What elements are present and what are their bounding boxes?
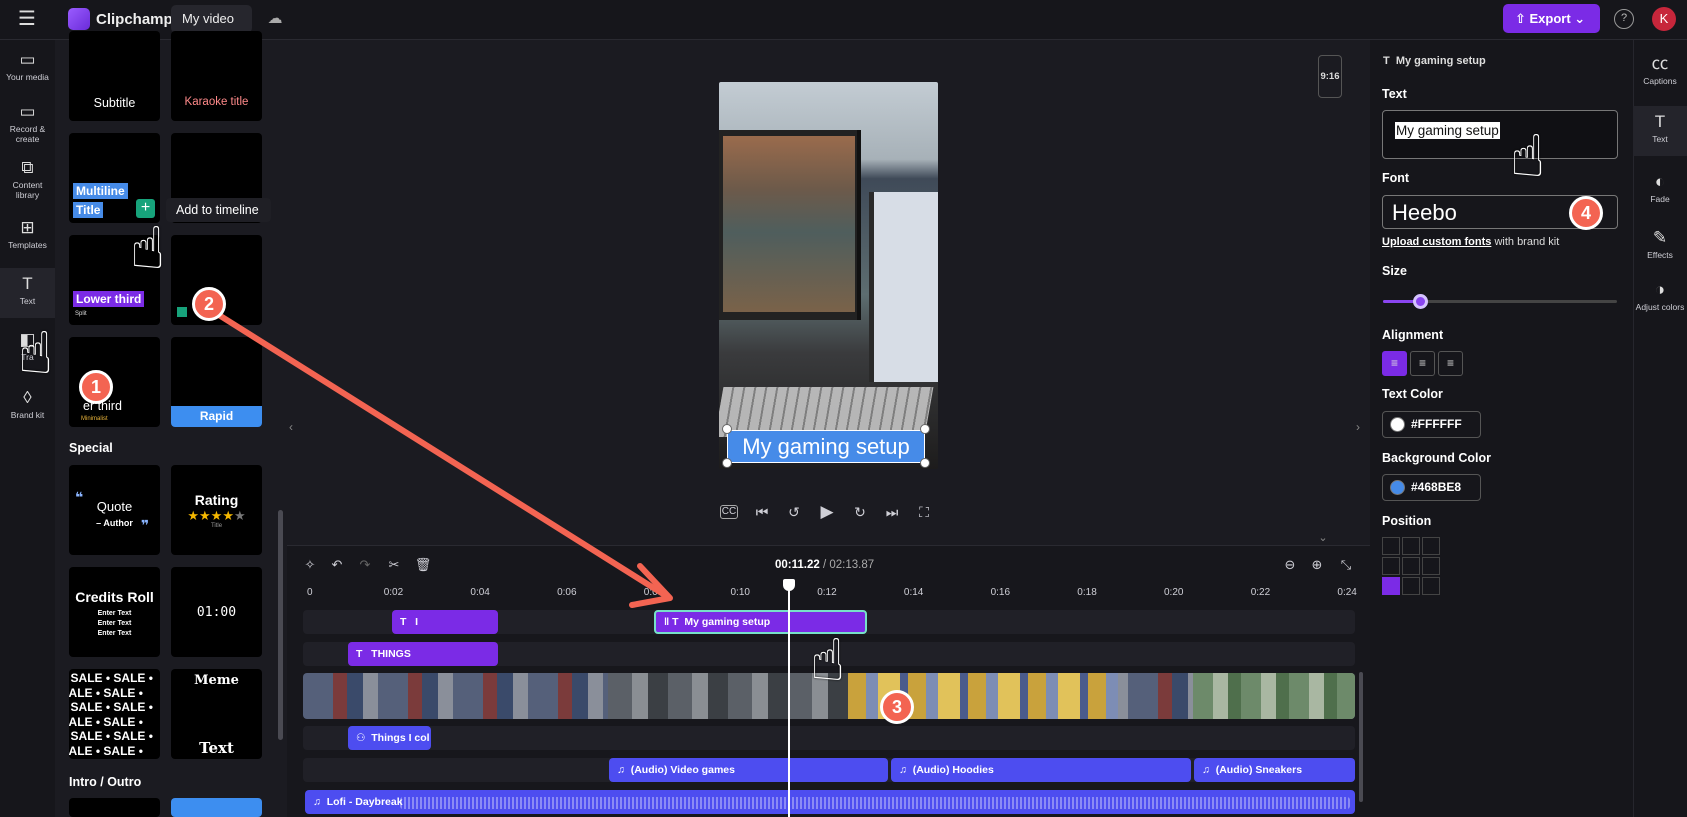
step-badge: 3 xyxy=(880,690,914,724)
pointer-hand-icon: ☝ xyxy=(810,628,846,693)
pointer-hand-icon: ☝ xyxy=(18,321,54,386)
step-badge: 4 xyxy=(1569,196,1603,230)
step-badge: 1 xyxy=(79,370,113,404)
annotation-arrow xyxy=(200,302,673,608)
step-badge: 2 xyxy=(192,287,226,321)
pointer-hand-icon: ☝ xyxy=(1510,124,1546,189)
pointer-hand-icon: ☝ xyxy=(130,216,166,281)
